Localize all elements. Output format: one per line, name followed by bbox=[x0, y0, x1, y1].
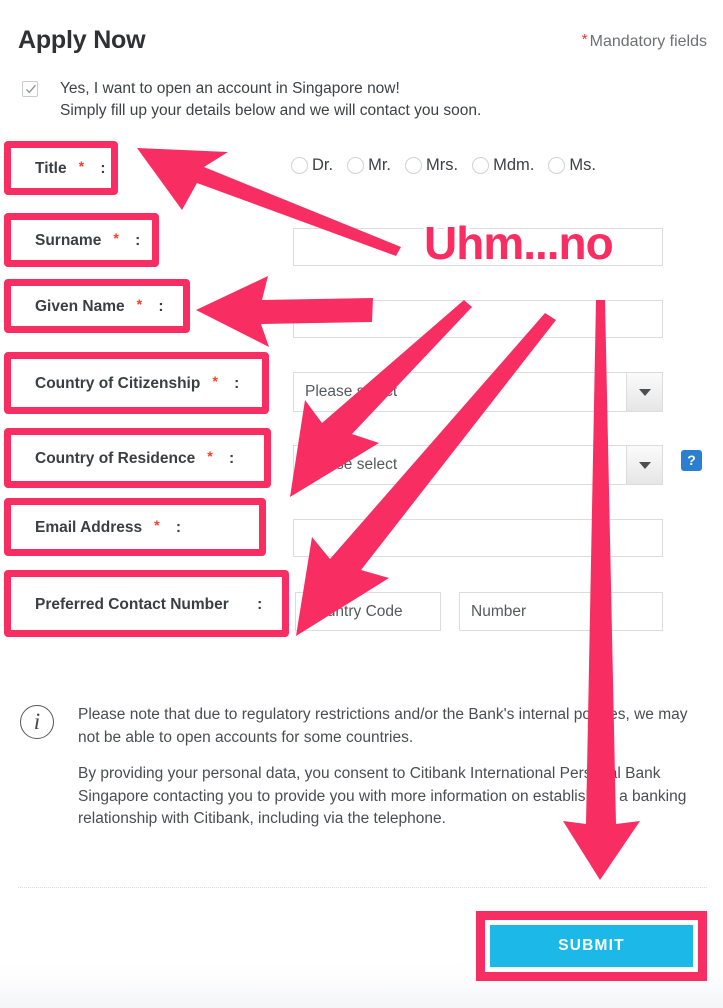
country-of-citizenship-value: Please select bbox=[305, 383, 398, 400]
highlight-label-email-address: Email Address * : bbox=[4, 498, 266, 556]
highlight-label-given-name: Given Name * : bbox=[4, 279, 190, 333]
radio-option-mr[interactable]: Mr. bbox=[347, 156, 391, 175]
mandatory-fields-label: Mandatory fields bbox=[589, 33, 707, 50]
radio-option-ms[interactable]: Ms. bbox=[548, 156, 596, 175]
radio-label-ms: Ms. bbox=[569, 156, 596, 174]
mandatory-fields-note: * Mandatory fields bbox=[582, 31, 707, 51]
help-question-icon[interactable]: ? bbox=[681, 450, 702, 471]
label-given-name: Given Name * : bbox=[35, 296, 164, 315]
radio-label-mr: Mr. bbox=[368, 156, 392, 174]
country-of-residence-select[interactable]: Please select bbox=[293, 445, 663, 485]
radio-option-mrs[interactable]: Mrs. bbox=[405, 156, 458, 175]
highlight-label-preferred-contact-number: Preferred Contact Number : bbox=[4, 570, 289, 637]
radio-circle-icon[interactable] bbox=[472, 157, 490, 174]
page-title: Apply Now bbox=[18, 26, 146, 54]
highlight-label-title: Title * : bbox=[4, 141, 118, 195]
radio-circle-icon[interactable] bbox=[347, 157, 365, 174]
given-name-input[interactable] bbox=[293, 300, 663, 338]
highlight-label-country-of-residence: Country of Residence * : bbox=[4, 428, 271, 488]
section-divider bbox=[18, 887, 707, 889]
info-icon: i bbox=[20, 705, 54, 739]
highlight-label-surname: Surname * : bbox=[4, 213, 159, 267]
legal-text-block: Please note that due to regulatory restr… bbox=[78, 704, 696, 831]
label-preferred-contact-number: Preferred Contact Number : bbox=[35, 595, 263, 613]
phone-number-input[interactable]: Number bbox=[459, 592, 663, 631]
radio-circle-icon[interactable] bbox=[548, 157, 566, 174]
radio-label-mrs: Mrs. bbox=[426, 156, 459, 174]
phone-number-placeholder: Number bbox=[471, 602, 527, 620]
legal-paragraph-2: By providing your personal data, you con… bbox=[78, 765, 687, 827]
radio-label-mdm: Mdm. bbox=[493, 156, 535, 174]
label-title: Title * : bbox=[35, 158, 106, 177]
checkmark-icon bbox=[26, 84, 36, 94]
title-radio-group: Dr. Mr. Mrs. Mdm. Ms. bbox=[291, 156, 610, 175]
legal-paragraph-1: Please note that due to regulatory restr… bbox=[78, 706, 688, 746]
country-code-input[interactable]: Country Code bbox=[295, 592, 441, 631]
email-address-input[interactable] bbox=[293, 519, 663, 557]
consent-checkbox[interactable] bbox=[22, 81, 38, 97]
label-country-of-residence: Country of Residence * : bbox=[35, 448, 235, 467]
consent-block: Yes, I want to open an account in Singap… bbox=[22, 78, 682, 122]
chevron-down-icon[interactable] bbox=[626, 446, 662, 484]
highlight-label-country-of-citizenship: Country of Citizenship * : bbox=[4, 352, 269, 414]
label-email-address: Email Address * : bbox=[35, 517, 182, 536]
country-code-placeholder: Country Code bbox=[307, 602, 403, 620]
consent-line-1: Yes, I want to open an account in Singap… bbox=[60, 80, 400, 97]
uhm-no-annotation-text: Uhm...no bbox=[421, 214, 618, 273]
label-surname: Surname * : bbox=[35, 230, 141, 249]
asterisk-icon: * bbox=[581, 31, 588, 48]
submit-button[interactable]: SUBMIT bbox=[490, 925, 693, 967]
radio-option-mdm[interactable]: Mdm. bbox=[472, 156, 534, 175]
country-of-residence-value: Please select bbox=[305, 456, 398, 473]
radio-option-dr[interactable]: Dr. bbox=[291, 156, 333, 175]
radio-label-dr: Dr. bbox=[312, 156, 334, 174]
radio-circle-icon[interactable] bbox=[291, 157, 308, 174]
country-of-citizenship-select[interactable]: Please select bbox=[293, 372, 663, 412]
chevron-down-icon[interactable] bbox=[626, 373, 662, 411]
consent-text: Yes, I want to open an account in Singap… bbox=[60, 78, 682, 122]
radio-circle-icon[interactable] bbox=[405, 157, 423, 174]
consent-line-2: Simply fill up your details below and we… bbox=[60, 102, 482, 119]
label-country-of-citizenship: Country of Citizenship * : bbox=[35, 373, 240, 392]
